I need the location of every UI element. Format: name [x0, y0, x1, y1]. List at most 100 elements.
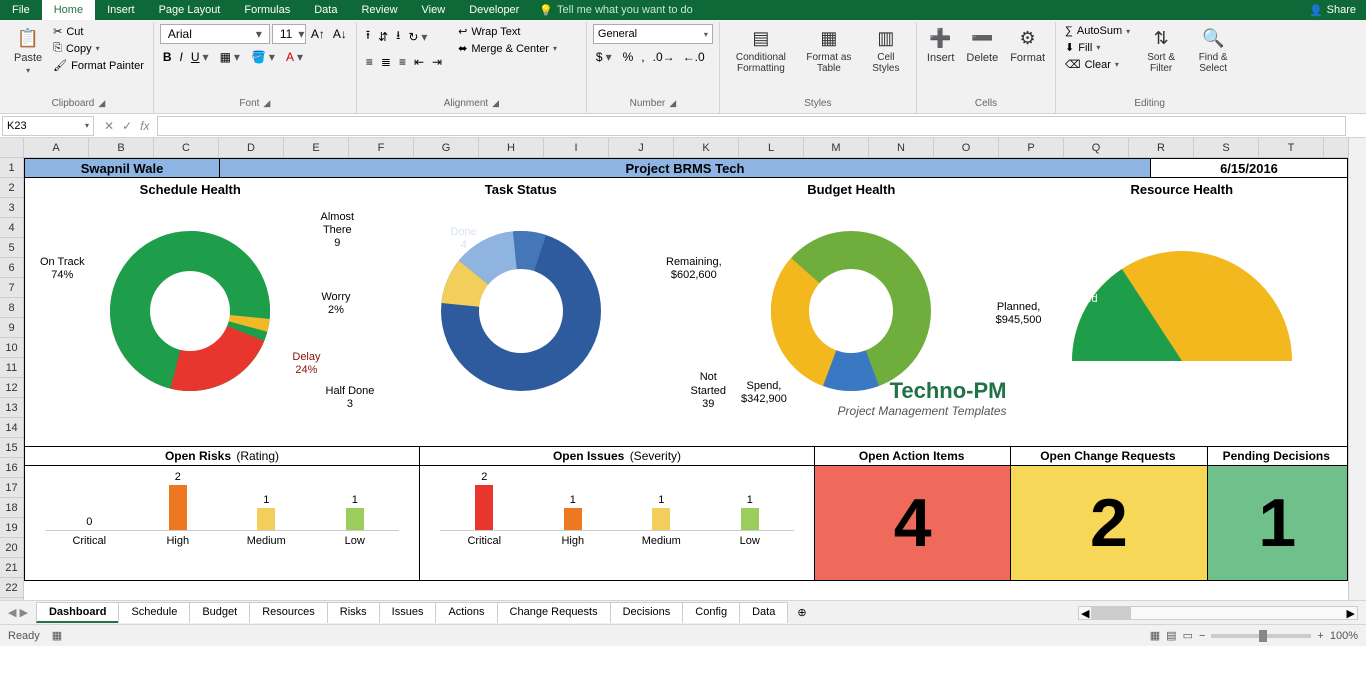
row-header[interactable]: 12	[0, 378, 23, 398]
paste-button[interactable]: 📋 Paste ▾	[10, 24, 46, 77]
merge-center-button[interactable]: ⬌Merge & Center▾	[455, 41, 560, 56]
row-header[interactable]: 14	[0, 418, 23, 438]
row-header[interactable]: 3	[0, 198, 23, 218]
copy-button[interactable]: ⎘Copy▾	[50, 41, 147, 56]
tab-developer[interactable]: Developer	[457, 0, 531, 20]
row-header[interactable]: 6	[0, 258, 23, 278]
sheet-tab[interactable]: Resources	[249, 602, 328, 623]
sheet-tab[interactable]: Dashboard	[36, 602, 119, 623]
row-header[interactable]: 13	[0, 398, 23, 418]
tab-view[interactable]: View	[410, 0, 458, 20]
decrease-font-button[interactable]: A↓	[330, 25, 350, 43]
column-header[interactable]: B	[89, 138, 154, 157]
tell-me-search[interactable]: 💡 Tell me what you want to do	[539, 0, 692, 20]
column-header[interactable]: I	[544, 138, 609, 157]
column-header[interactable]: D	[219, 138, 284, 157]
sheet-tab[interactable]: Budget	[189, 602, 250, 623]
number-format-select[interactable]: General▾	[593, 24, 713, 44]
vertical-scrollbar[interactable]	[1348, 138, 1366, 600]
zoom-out-button[interactable]: −	[1199, 630, 1205, 642]
dialog-launcher-icon[interactable]: ◢	[263, 98, 270, 109]
fill-color-button[interactable]: 🪣▾	[248, 48, 281, 66]
align-middle-button[interactable]: ⇵	[375, 28, 391, 46]
fx-button[interactable]: fx	[140, 119, 149, 133]
row-header[interactable]: 2	[0, 178, 23, 198]
column-header[interactable]: E	[284, 138, 349, 157]
row-header[interactable]: 11	[0, 358, 23, 378]
format-as-table-button[interactable]: ▦Format as Table	[800, 24, 858, 76]
new-sheet-button[interactable]: ⊕	[787, 606, 816, 619]
column-header[interactable]: L	[739, 138, 804, 157]
wrap-text-button[interactable]: ↩Wrap Text	[455, 24, 560, 39]
row-header[interactable]: 22	[0, 578, 23, 598]
currency-button[interactable]: $▾	[593, 48, 618, 66]
tab-formulas[interactable]: Formulas	[232, 0, 302, 20]
find-select-button[interactable]: 🔍Find & Select	[1189, 24, 1237, 76]
row-header[interactable]: 1	[0, 158, 23, 178]
align-bottom-button[interactable]: ⭳	[393, 24, 403, 49]
view-page-layout-button[interactable]: ▤	[1166, 629, 1176, 642]
column-header[interactable]: T	[1259, 138, 1324, 157]
column-header[interactable]: Q	[1064, 138, 1129, 157]
decrease-indent-button[interactable]: ⇤	[411, 53, 427, 71]
zoom-in-button[interactable]: +	[1317, 630, 1323, 642]
autosum-button[interactable]: ∑AutoSum▾	[1062, 24, 1133, 38]
column-header[interactable]: O	[934, 138, 999, 157]
macro-record-icon[interactable]: ▦	[52, 629, 62, 642]
select-all-corner[interactable]	[0, 138, 24, 158]
column-header[interactable]: C	[154, 138, 219, 157]
clear-button[interactable]: ⌫Clear▾	[1062, 57, 1133, 72]
increase-font-button[interactable]: A↑	[308, 25, 328, 43]
row-header[interactable]: 5	[0, 238, 23, 258]
column-header[interactable]: A	[24, 138, 89, 157]
column-header[interactable]: F	[349, 138, 414, 157]
row-header[interactable]: 19	[0, 518, 23, 538]
formula-input[interactable]	[157, 116, 1346, 136]
sheet-tab[interactable]: Data	[739, 602, 788, 623]
column-header[interactable]: M	[804, 138, 869, 157]
border-button[interactable]: ▦▾	[217, 48, 246, 66]
horizontal-scrollbar[interactable]: ◀▶	[1078, 606, 1358, 620]
row-header[interactable]: 15	[0, 438, 23, 458]
column-header[interactable]: K	[674, 138, 739, 157]
fill-button[interactable]: ⬇Fill▾	[1062, 40, 1133, 55]
italic-button[interactable]: I	[177, 48, 186, 66]
align-right-button[interactable]: ≡	[396, 53, 409, 71]
format-painter-button[interactable]: 🖌Format Painter	[50, 58, 147, 73]
increase-indent-button[interactable]: ⇥	[429, 53, 445, 71]
cancel-formula-button[interactable]: ✕	[104, 119, 114, 133]
view-page-break-button[interactable]: ▭	[1183, 629, 1193, 642]
row-header[interactable]: 10	[0, 338, 23, 358]
row-header[interactable]: 21	[0, 558, 23, 578]
zoom-slider[interactable]	[1211, 634, 1311, 638]
font-size-select[interactable]: 11▾	[272, 24, 306, 44]
align-top-button[interactable]: ⭱	[363, 24, 373, 49]
underline-button[interactable]: U▾	[188, 48, 215, 66]
zoom-value[interactable]: 100%	[1330, 630, 1358, 642]
column-header[interactable]: P	[999, 138, 1064, 157]
share-button[interactable]: 👤 Share	[1299, 4, 1366, 17]
percent-button[interactable]: %	[620, 48, 637, 66]
increase-decimal-button[interactable]: .0→	[650, 48, 678, 66]
column-header[interactable]: H	[479, 138, 544, 157]
tab-page-layout[interactable]: Page Layout	[147, 0, 233, 20]
sheet-nav-buttons[interactable]: ◀ ▶	[0, 606, 36, 619]
enter-formula-button[interactable]: ✓	[122, 119, 132, 133]
row-header[interactable]: 18	[0, 498, 23, 518]
orientation-button[interactable]: ↻▾	[405, 28, 433, 46]
column-header[interactable]: N	[869, 138, 934, 157]
sheet-tab[interactable]: Actions	[435, 602, 497, 623]
sheet-tab[interactable]: Decisions	[610, 602, 684, 623]
view-normal-button[interactable]: ▦	[1150, 629, 1160, 642]
column-header[interactable]: R	[1129, 138, 1194, 157]
name-box[interactable]: K23▾	[2, 116, 94, 136]
tab-home[interactable]: Home	[42, 0, 95, 20]
comma-button[interactable]: ,	[638, 48, 647, 66]
row-header[interactable]: 8	[0, 298, 23, 318]
column-header[interactable]: G	[414, 138, 479, 157]
bold-button[interactable]: B	[160, 48, 175, 66]
row-header[interactable]: 9	[0, 318, 23, 338]
sort-filter-button[interactable]: ⇅Sort & Filter	[1137, 24, 1185, 76]
sheet-tab[interactable]: Risks	[327, 602, 380, 623]
delete-cells-button[interactable]: ➖Delete	[962, 24, 1002, 66]
